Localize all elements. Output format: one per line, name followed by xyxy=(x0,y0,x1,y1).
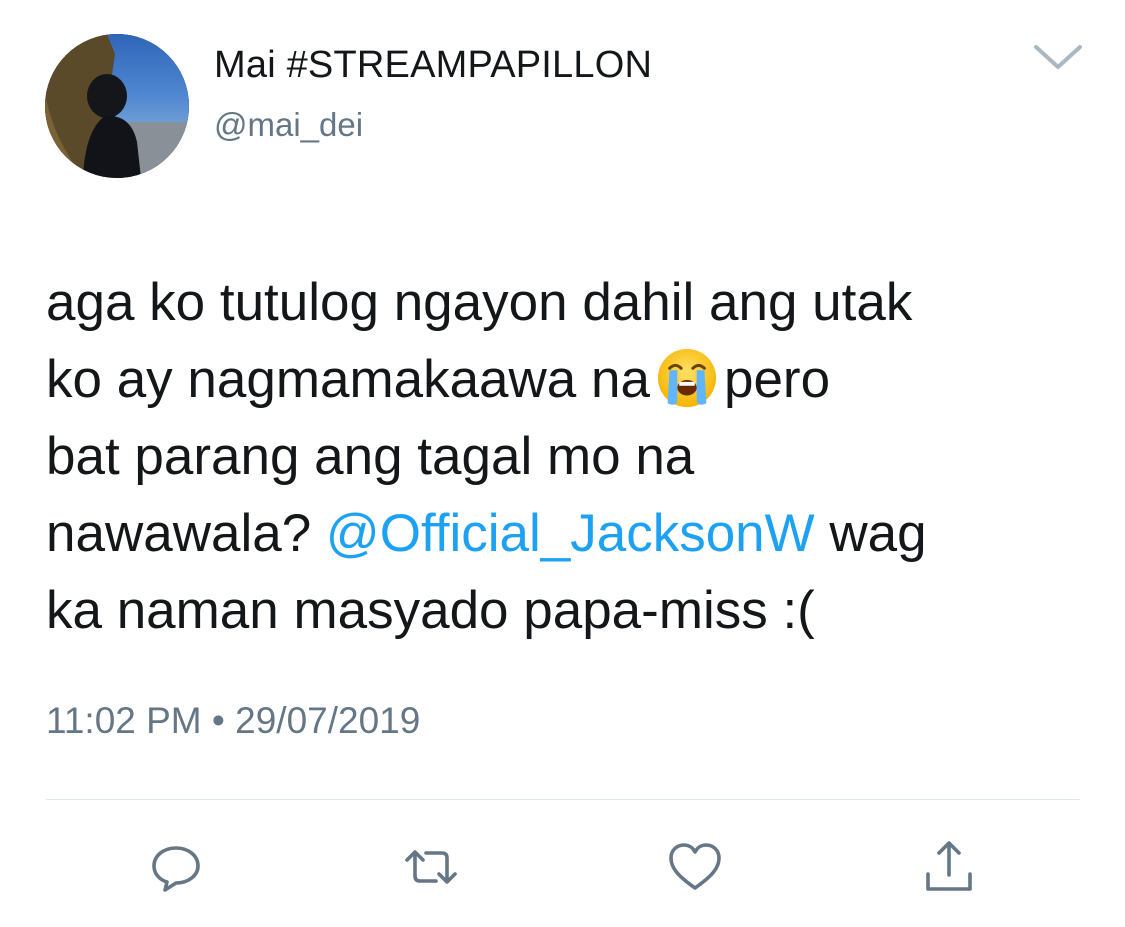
tweet-text-segment: wag xyxy=(829,504,927,563)
tweet-text: aga ko tutulog ngayon dahil ang utak ko … xyxy=(46,264,1086,649)
avatar[interactable] xyxy=(45,34,189,178)
user-handle[interactable]: @mai_dei xyxy=(214,106,363,144)
profile-photo xyxy=(45,34,189,178)
like-button[interactable] xyxy=(666,838,724,896)
loudly-crying-face-emoji xyxy=(656,347,718,409)
mention-link[interactable]: @Official_JacksonW xyxy=(326,504,815,563)
heart-icon xyxy=(669,843,721,890)
retweet-button[interactable] xyxy=(402,838,460,896)
tweet-text-line: nawawala? @Official_JacksonW wag xyxy=(46,495,1086,572)
tweet-text-segment: bat parang ang tagal mo na xyxy=(46,427,695,486)
retweet-icon xyxy=(405,850,457,884)
tweet-text-segment: ko ay nagmamakaawa na xyxy=(46,350,650,409)
tweet-text-line: ko ay nagmamakaawa na pero xyxy=(46,341,1086,418)
tweet-text-line: aga ko tutulog ngayon dahil ang utak xyxy=(46,264,1086,341)
tweet-text-segment: pero xyxy=(723,350,831,409)
tweet-text-segment: nawawala? xyxy=(46,504,312,563)
chevron-down-icon[interactable] xyxy=(1032,42,1084,72)
reply-icon xyxy=(152,846,200,892)
divider xyxy=(46,799,1080,800)
share-button[interactable] xyxy=(920,838,978,896)
share-icon xyxy=(926,841,972,891)
reply-button[interactable] xyxy=(147,838,205,896)
display-name[interactable]: Mai #STREAMPAPILLON xyxy=(214,44,652,87)
tweet-text-segment: ka naman masyado papa-miss :( xyxy=(46,581,815,640)
tweet-text-segment: aga ko tutulog ngayon dahil ang utak xyxy=(46,273,913,332)
tweet-timestamp[interactable]: 11:02 PM • 29/07/2019 xyxy=(46,700,420,742)
tweet-text-line: bat parang ang tagal mo na xyxy=(46,418,1086,495)
tweet-text-line: ka naman masyado papa-miss :( xyxy=(46,572,1086,649)
